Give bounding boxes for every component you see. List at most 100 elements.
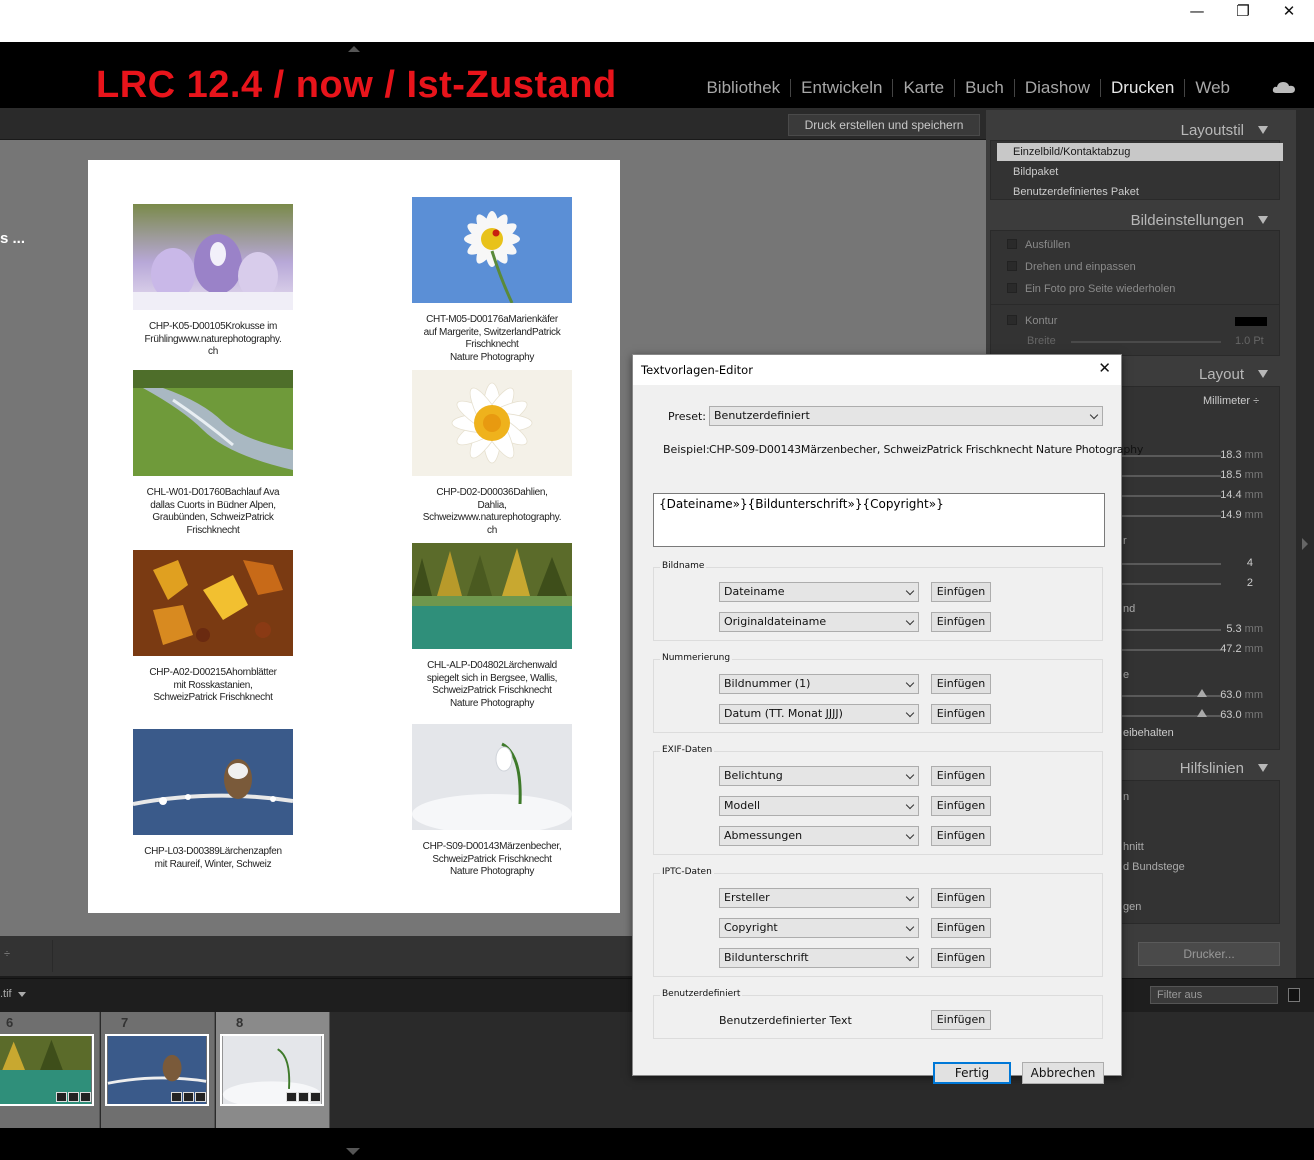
printer-button[interactable]: Drucker...	[1138, 942, 1280, 966]
cell-caption: CHP-L03-D00389Lärchenzapfen mit Raureif,…	[144, 846, 282, 870]
cell-caption: CHT-M05-D00176aMarienkäfer auf Margerite…	[423, 314, 561, 363]
stroke-color-swatch[interactable]	[1235, 317, 1267, 326]
collapse-triangle-icon	[1258, 216, 1268, 224]
collapse-triangle-icon	[1258, 764, 1268, 772]
left-panel-fragment: s ...	[0, 230, 26, 247]
maple-leaves-photo	[133, 550, 293, 656]
insert-button[interactable]: Einfügen	[931, 674, 991, 694]
insert-button[interactable]: Einfügen	[931, 826, 991, 846]
collapse-right-panel-icon[interactable]	[1302, 538, 1308, 550]
page-cell[interactable]: CHL-W01-D01760Bachlauf Ava dallas Cuorts…	[123, 370, 303, 537]
insert-button[interactable]: Einfügen	[931, 582, 991, 602]
close-window-button[interactable]: ✕	[1266, 0, 1312, 24]
insert-button[interactable]: Einfügen	[931, 766, 991, 786]
original-filename-select[interactable]: Originaldateiname	[719, 612, 919, 632]
cell-caption: CHL-ALP-D04802Lärchenwald spiegelt sich …	[426, 660, 558, 709]
layout-custom-package[interactable]: Benutzerdefiniertes Paket	[997, 183, 1283, 201]
done-button[interactable]: Fertig	[933, 1062, 1011, 1084]
width-slider[interactable]	[1071, 341, 1221, 343]
keep-square-label[interactable]: eibehalten	[1123, 727, 1174, 739]
module-slideshow[interactable]: Diashow	[1015, 78, 1100, 98]
source-dropdown-icon[interactable]	[18, 992, 26, 997]
date-select[interactable]: Datum (TT. Monat JJJJ)	[719, 704, 919, 724]
image-number-select[interactable]: Bildnummer (1)	[719, 674, 919, 694]
dimensions-select[interactable]: Abmessungen	[719, 826, 919, 846]
insert-button[interactable]: Einfügen	[931, 704, 991, 724]
brand-title: LRC 12.4 / now / Ist-Zustand	[96, 64, 617, 106]
repeat-photo-checkbox[interactable]: Ein Foto pro Seite wiederholen	[1007, 283, 1175, 295]
create-saved-print-button[interactable]: Druck erstellen und speichern	[788, 114, 980, 136]
insert-button[interactable]: Einfügen	[931, 612, 991, 632]
snowflake-flower-photo	[412, 724, 572, 834]
cancel-button[interactable]: Abbrechen	[1022, 1062, 1104, 1084]
unit-select[interactable]: Millimeter ÷	[1203, 395, 1259, 407]
creator-select[interactable]: Ersteller	[719, 888, 919, 908]
print-page: CHP-K05-D00105Krokusse im Frühlingwww.na…	[88, 160, 620, 913]
ladybug-daisy-photo	[412, 197, 572, 304]
dialog-close-icon[interactable]: ✕	[1098, 359, 1111, 377]
filter-lock-icon[interactable]	[1288, 988, 1300, 1002]
restore-button[interactable]: ❐	[1220, 0, 1266, 24]
cell-caption: CHP-A02-D00215Ahornblätter mit Rosskasta…	[149, 667, 277, 703]
crocus-photo	[133, 204, 293, 310]
dialog-title: Textvorlagen-Editor	[641, 363, 753, 377]
page-cell[interactable]: CHP-D02-D00036Dahlien, Dahlia, Schweizww…	[402, 370, 582, 537]
module-map[interactable]: Karte	[893, 78, 954, 98]
example-value: CHP-S09-D00143Märzenbecher, SchweizPatri…	[709, 443, 1144, 456]
page-cell[interactable]: CHP-L03-D00389Lärchenzapfen mit Raureif,…	[123, 729, 303, 871]
example-label: Beispiel:	[663, 443, 710, 456]
cell-caption: CHP-D02-D00036Dahlien, Dahlia, Schweizww…	[422, 487, 562, 536]
canvas-toolbar: Druck erstellen und speichern	[0, 110, 986, 140]
stroke-checkbox[interactable]: Kontur	[1007, 315, 1057, 327]
cell-caption: CHP-S09-D00143Märzenbecher, SchweizPatri…	[422, 841, 562, 877]
filmstrip-item[interactable]: 7	[101, 1012, 215, 1128]
cell-width-knob[interactable]	[1197, 709, 1207, 717]
collapse-top-panel-icon[interactable]	[348, 46, 360, 52]
cloud-icon[interactable]	[1272, 80, 1296, 94]
larch-cone-photo	[132, 729, 294, 835]
filename-select[interactable]: Dateiname	[719, 582, 919, 602]
insert-button[interactable]: Einfügen	[931, 888, 991, 908]
source-label[interactable]: .tif	[0, 988, 12, 1000]
page-cell[interactable]: CHP-S09-D00143Märzenbecher, SchweizPatri…	[402, 724, 582, 879]
sort-stepper-icon[interactable]: ÷	[4, 948, 10, 960]
module-book[interactable]: Buch	[955, 78, 1014, 98]
module-library[interactable]: Bibliothek	[696, 78, 790, 98]
stream-photo	[133, 370, 293, 476]
caption-select[interactable]: Bildunterschrift	[719, 948, 919, 968]
page-cell[interactable]: CHL-ALP-D04802Lärchenwald spiegelt sich …	[402, 543, 582, 710]
collapse-filmstrip-icon[interactable]	[346, 1148, 360, 1155]
page-cell[interactable]: CHP-K05-D00105Krokusse im Frühlingwww.na…	[123, 204, 303, 359]
collapse-triangle-icon	[1258, 126, 1268, 134]
text-template-editor-dialog: Textvorlagen-Editor ✕ Preset: Benutzerde…	[632, 354, 1143, 1084]
filmstrip-item[interactable]: 6	[0, 1012, 100, 1128]
page-cell[interactable]: CHT-M05-D00176aMarienkäfer auf Margerite…	[402, 197, 582, 364]
page-cell[interactable]: CHP-A02-D00215Ahornblätter mit Rosskasta…	[123, 550, 303, 705]
layout-picture-package[interactable]: Bildpaket	[997, 163, 1283, 181]
insert-button[interactable]: Einfügen	[931, 948, 991, 968]
minimize-button[interactable]: —	[1174, 0, 1220, 24]
cell-caption: CHL-W01-D01760Bachlauf Ava dallas Cuorts…	[146, 487, 280, 536]
exposure-select[interactable]: Belichtung	[719, 766, 919, 786]
model-select[interactable]: Modell	[719, 796, 919, 816]
copyright-select[interactable]: Copyright	[719, 918, 919, 938]
rotate-fit-checkbox[interactable]: Drehen und einpassen	[1007, 261, 1136, 273]
module-develop[interactable]: Entwickeln	[791, 78, 892, 98]
bottom-edge	[0, 1128, 1314, 1160]
module-print[interactable]: Drucken	[1101, 78, 1184, 98]
fill-checkbox[interactable]: Ausfüllen	[1007, 239, 1070, 251]
width-value: 1.0 Pt	[1235, 335, 1264, 347]
insert-button[interactable]: Einfügen	[931, 796, 991, 816]
cell-height-knob[interactable]	[1197, 689, 1207, 697]
insert-button[interactable]: Einfügen	[931, 1010, 991, 1030]
filmstrip-item-selected[interactable]: 8	[216, 1012, 330, 1128]
insert-button[interactable]: Einfügen	[931, 918, 991, 938]
template-text-field[interactable]: {Dateiname»}{Bildunterschrift»}{Copyrigh…	[653, 493, 1105, 547]
window-titlebar: — ❐ ✕	[0, 0, 1314, 42]
module-web[interactable]: Web	[1185, 78, 1240, 98]
dahlia-photo	[412, 370, 572, 476]
preset-select[interactable]: Benutzerdefiniert	[709, 406, 1103, 426]
layout-single-image[interactable]: Einzelbild/Kontaktabzug	[997, 143, 1283, 161]
module-bar: LRC 12.4 / now / Ist-Zustand Bibliothek …	[0, 42, 1314, 110]
filter-select[interactable]: Filter aus	[1150, 986, 1278, 1004]
